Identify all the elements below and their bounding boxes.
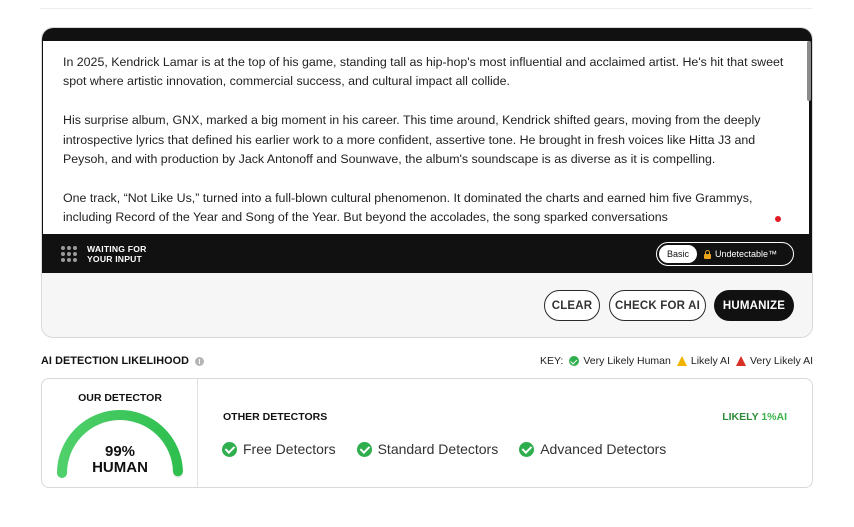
humanizer-editor-card: In 2025, Kendrick Lamar is at the top of… — [41, 27, 813, 338]
lock-icon — [704, 249, 711, 259]
humanize-button[interactable]: HUMANIZE — [714, 290, 794, 321]
info-icon[interactable] — [195, 356, 205, 366]
gauge-label: HUMAN — [92, 459, 148, 476]
editor-paragraph-2: His surprise album, GNX, marked a big mo… — [63, 113, 761, 167]
status-line-2: YOUR INPUT — [87, 253, 142, 264]
likely-prefix: LIKELY — [722, 411, 759, 423]
detection-heading-text: AI DETECTION LIKELIHOOD — [41, 355, 190, 367]
gauge-percent: 99% — [104, 443, 136, 460]
key-very-likely-ai: Very Likely AI — [735, 355, 813, 367]
check-circle-icon — [356, 441, 372, 457]
our-detector-panel: OUR DETECTOR 99% HUMAN — [42, 379, 198, 487]
editor-paragraph-1: In 2025, Kendrick Lamar is at the top of… — [63, 55, 784, 89]
dots-grid-icon — [61, 246, 77, 262]
editor-frame: In 2025, Kendrick Lamar is at the top of… — [42, 28, 812, 273]
text-editor[interactable]: In 2025, Kendrick Lamar is at the top of… — [43, 41, 809, 234]
other-detectors-title: OTHER DETECTORS — [223, 411, 328, 423]
detection-result-card: OUR DETECTOR 99% HUMAN OTHER DETECTORS L… — [41, 378, 813, 488]
mode-undetectable-option[interactable]: Undetectable™ — [704, 245, 777, 263]
alert-triangle-icon — [735, 356, 746, 366]
editor-scrollbar[interactable] — [807, 41, 811, 101]
our-detector-title: OUR DETECTOR — [78, 392, 162, 404]
detection-heading: AI DETECTION LIKELIHOOD — [41, 355, 205, 367]
detector-free-label: Free Detectors — [243, 441, 336, 457]
key-likely-ai: Likely AI — [676, 355, 730, 367]
editor-status-bar: WAITING FOR YOUR INPUT Basic Undetectabl… — [42, 234, 812, 273]
detector-free: Free Detectors — [222, 441, 336, 457]
detection-key: KEY: Very Likely Human Likely AI Very Li… — [540, 355, 813, 367]
detector-advanced: Advanced Detectors — [519, 441, 666, 457]
key-human-label: Very Likely Human — [583, 355, 671, 367]
editor-paragraph-3: One track, “Not Like Us,” turned into a … — [63, 190, 753, 225]
key-likely-ai-label: Likely AI — [690, 355, 730, 367]
mode-basic-option[interactable]: Basic — [659, 245, 697, 263]
detector-standard: Standard Detectors — [356, 441, 499, 457]
check-circle-icon — [519, 441, 535, 457]
warning-triangle-icon — [676, 356, 687, 366]
likely-value: 1%AI — [761, 411, 787, 423]
check-circle-icon — [569, 356, 580, 366]
mode-toggle: Basic Undetectable™ — [656, 242, 794, 266]
check-for-ai-button[interactable]: CHECK FOR AI — [609, 290, 706, 321]
mode-undetectable-label: Undetectable™ — [715, 249, 778, 259]
recording-dot-icon — [775, 216, 781, 222]
check-circle-icon — [222, 441, 237, 457]
top-divider — [40, 8, 812, 9]
detector-advanced-label: Advanced Detectors — [540, 441, 667, 457]
detector-standard-label: Standard Detectors — [377, 441, 499, 457]
clear-button[interactable]: CLEAR — [544, 290, 600, 321]
status-text: WAITING FOR YOUR INPUT — [87, 244, 147, 264]
key-label: KEY: — [539, 355, 564, 367]
detector-list: Free Detectors Standard Detectors Advanc… — [222, 441, 666, 457]
likely-ai-result: LIKELY 1%AI — [722, 411, 787, 423]
key-very-ai-label: Very Likely AI — [749, 355, 813, 367]
key-very-likely-human: Very Likely Human — [569, 355, 671, 367]
